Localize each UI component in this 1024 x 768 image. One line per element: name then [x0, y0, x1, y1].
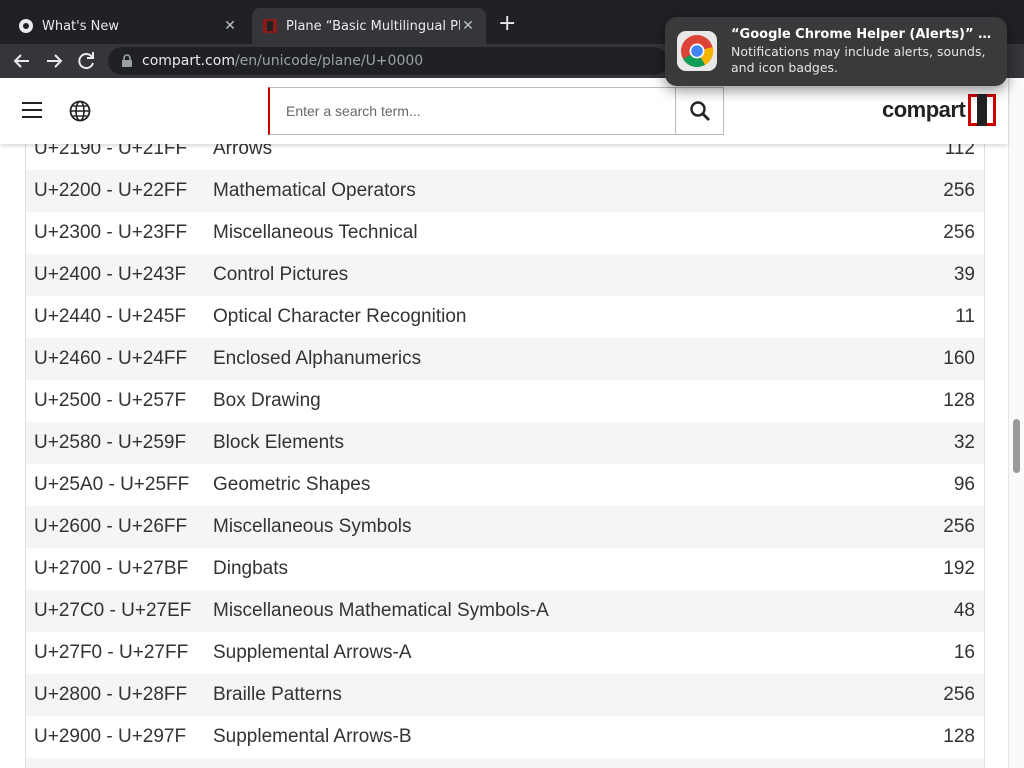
- page-content: U+2190 - U+21FF Arrows 112 U+2200 - U+22FF M…: [0, 144, 1008, 768]
- block-count: 11: [955, 306, 975, 327]
- block-range: U+2600 - U+26FF: [34, 516, 188, 537]
- compart-logo-mark-icon: [968, 94, 997, 126]
- table-row[interactable]: U+2300 - U+23FF Miscellaneous Technical 25…: [26, 212, 984, 254]
- notification-banner[interactable]: “Google Chrome Helper (Alerts)” Notifi..…: [665, 17, 1007, 86]
- block-count: 256: [943, 516, 975, 537]
- forward-arrow-icon[interactable]: [42, 49, 66, 73]
- compart-logo[interactable]: compart: [882, 94, 997, 126]
- table-row[interactable]: U+2980 - U+29FFMiscellaneous Mathematica…: [26, 758, 984, 768]
- search-icon: [689, 101, 710, 121]
- block-name[interactable]: Control Pictures: [213, 264, 864, 286]
- close-tab-icon[interactable]: ✕: [222, 18, 238, 34]
- block-count: 128: [943, 390, 975, 411]
- block-count: 256: [943, 684, 975, 705]
- block-range: U+2400 - U+243F: [34, 264, 187, 285]
- block-name[interactable]: Supplemental Arrows-A: [213, 642, 864, 664]
- block-count: 39: [953, 264, 975, 285]
- close-tab-icon[interactable]: ✕: [460, 18, 476, 34]
- chrome-icon: [19, 19, 33, 33]
- block-name[interactable]: Enclosed Alphanumerics: [213, 348, 864, 370]
- block-range: U+2300 - U+23FF: [34, 222, 188, 243]
- chrome-app-icon: [677, 31, 717, 71]
- block-range: U+2440 - U+245F: [34, 306, 187, 327]
- table-row[interactable]: U+2460 - U+24FF Enclosed Alphanumerics 160: [26, 338, 984, 380]
- back-arrow-icon[interactable]: [10, 49, 34, 73]
- block-range: U+2200 - U+22FF: [34, 180, 188, 201]
- block-name[interactable]: Miscellaneous Technical: [213, 222, 864, 244]
- logo-text: compart: [882, 97, 966, 122]
- table-row[interactable]: U+2190 - U+21FF Arrows 112: [26, 144, 984, 170]
- block-count: 96: [953, 474, 975, 495]
- tab-title: What's New: [42, 18, 119, 34]
- table-row[interactable]: U+2700 - U+27BF Dingbats 192: [26, 548, 984, 590]
- unicode-blocks-table: U+2190 - U+21FF Arrows 112 U+2200 - U+22FF M…: [25, 144, 985, 768]
- lock-icon: [122, 54, 132, 67]
- url-domain: compart.com: [142, 53, 235, 69]
- search-input[interactable]: [270, 88, 675, 134]
- url-text: compart.com/en/unicode/plane/U+0000: [142, 53, 423, 69]
- new-tab-button[interactable]: +: [498, 13, 516, 35]
- block-range: U+2460 - U+24FF: [34, 348, 188, 369]
- block-range: U+2800 - U+28FF: [34, 684, 188, 705]
- block-count: 32: [953, 432, 975, 453]
- table-row[interactable]: U+2600 - U+26FF Miscellaneous Symbols 256: [26, 506, 984, 548]
- menu-icon[interactable]: [22, 102, 42, 118]
- url-path: /en/unicode/plane/U+0000: [234, 53, 424, 69]
- block-count: 256: [943, 222, 975, 243]
- block-name[interactable]: Optical Character Recognition: [213, 306, 864, 328]
- address-bar[interactable]: compart.com/en/unicode/plane/U+0000: [108, 47, 668, 75]
- site-header: compart: [0, 78, 1008, 144]
- block-count: 160: [943, 348, 975, 369]
- block-count: 192: [943, 558, 975, 579]
- block-name[interactable]: Supplemental Arrows-B: [213, 726, 864, 748]
- table-row[interactable]: U+2440 - U+245F Optical Character Recogni…: [26, 296, 984, 338]
- block-name[interactable]: Miscellaneous Mathematical Symbols-A: [213, 600, 864, 622]
- block-range: U+2580 - U+259F: [34, 432, 187, 453]
- globe-icon[interactable]: [69, 100, 91, 122]
- block-range: U+2700 - U+27BF: [34, 558, 189, 579]
- block-name[interactable]: Miscellaneous Symbols: [213, 516, 864, 538]
- block-range: U+2500 - U+257F: [34, 390, 187, 411]
- table-row[interactable]: U+2800 - U+28FF Braille Patterns 256: [26, 674, 984, 716]
- block-count: 256: [943, 180, 975, 201]
- tab-title: Plane “Basic Multilingual Plane”: [286, 18, 460, 34]
- compart-favicon-icon: [263, 19, 277, 33]
- block-count: 128: [943, 726, 975, 747]
- notification-body: Notifications may include alerts, sounds…: [731, 44, 986, 75]
- search-button[interactable]: [675, 88, 723, 134]
- notification-title: “Google Chrome Helper (Alerts)” Notifi..…: [731, 27, 997, 42]
- block-name[interactable]: Box Drawing: [213, 390, 864, 412]
- block-range: U+27C0 - U+27EF: [34, 600, 192, 621]
- block-name[interactable]: Geometric Shapes: [213, 474, 864, 496]
- search-box: [268, 87, 724, 135]
- table-row[interactable]: U+2200 - U+22FF Mathematical Operators 256: [26, 170, 984, 212]
- block-name[interactable]: Block Elements: [213, 432, 864, 454]
- block-count: 16: [953, 642, 975, 663]
- table-row[interactable]: U+2580 - U+259F Block Elements 32: [26, 422, 984, 464]
- table-row[interactable]: U+2500 - U+257F Box Drawing 128: [26, 380, 984, 422]
- table-row[interactable]: U+27F0 - U+27FF Supplemental Arrows-A 16: [26, 632, 984, 674]
- tab-basic-multilingual-plane[interactable]: Plane “Basic Multilingual Plane” ✕: [252, 8, 486, 44]
- block-name[interactable]: Arrows: [213, 144, 864, 160]
- table-row[interactable]: U+2400 - U+243F Control Pictures 39: [26, 254, 984, 296]
- block-range: U+25A0 - U+25FF: [34, 474, 190, 495]
- block-name[interactable]: Braille Patterns: [213, 684, 864, 706]
- block-name[interactable]: Dingbats: [213, 558, 864, 580]
- block-range: U+27F0 - U+27FF: [34, 642, 189, 663]
- reload-icon[interactable]: [74, 49, 98, 73]
- table-row[interactable]: U+27C0 - U+27EF Miscellaneous Mathematica…: [26, 590, 984, 632]
- table-row[interactable]: U+2900 - U+297F Supplemental Arrows-B 128: [26, 716, 984, 758]
- block-range: U+2900 - U+297F: [34, 726, 187, 747]
- block-name[interactable]: Mathematical Operators: [213, 180, 864, 202]
- block-count: 112: [944, 144, 975, 159]
- scrollbar-thumb[interactable]: [1013, 419, 1020, 473]
- block-range: U+2190 - U+21FF: [34, 144, 188, 159]
- block-count: 48: [953, 600, 975, 621]
- tab-whats-new[interactable]: What's New ✕: [8, 8, 248, 44]
- table-row[interactable]: U+25A0 - U+25FF Geometric Shapes 96: [26, 464, 984, 506]
